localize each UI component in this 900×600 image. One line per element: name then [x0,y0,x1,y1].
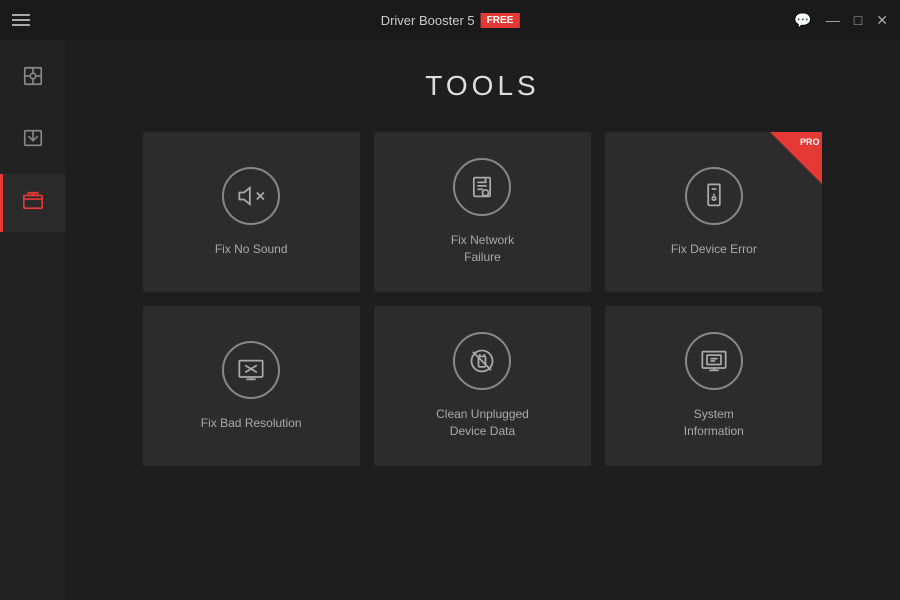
fix-no-sound-label: Fix No Sound [215,241,288,258]
fix-device-error-icon-circle [685,167,743,225]
sidebar-item-home[interactable] [0,50,65,108]
home-icon [22,65,44,93]
tool-clean-unplugged[interactable]: Clean UnpluggedDevice Data [374,306,591,466]
sidebar [0,40,65,600]
tool-fix-network[interactable]: Fix NetworkFailure [374,132,591,292]
fix-resolution-label: Fix Bad Resolution [201,415,302,432]
menu-icon[interactable] [12,11,30,29]
system-info-icon-circle [685,332,743,390]
minimize-button[interactable]: — [826,13,840,27]
maximize-button[interactable]: □ [854,13,862,27]
title-bar-right: 💬 — □ ✕ [794,13,888,27]
main-layout: TOOLS Fix No Sound [0,40,900,600]
free-badge: FREE [481,13,520,28]
title-bar-left [12,11,30,29]
tool-fix-device-error[interactable]: PRO Fix Device Error [605,132,822,292]
sidebar-item-restore[interactable] [0,112,65,170]
tool-system-info[interactable]: SystemInformation [605,306,822,466]
system-info-label: SystemInformation [684,406,744,440]
content-area: TOOLS Fix No Sound [65,40,900,600]
fix-device-error-label: Fix Device Error [671,241,757,258]
fix-no-sound-icon-circle [222,167,280,225]
page-title: TOOLS [425,70,539,102]
restore-icon [22,127,44,155]
fix-network-label: Fix NetworkFailure [451,232,514,266]
fix-resolution-icon-circle [222,341,280,399]
chat-button[interactable]: 💬 [794,13,811,27]
tool-fix-no-sound[interactable]: Fix No Sound [143,132,360,292]
sidebar-item-tools[interactable] [0,174,65,232]
clean-unplugged-label: Clean UnpluggedDevice Data [436,406,529,440]
app-title: Driver Booster 5 [381,13,475,28]
tools-icon [22,189,44,217]
clean-unplugged-icon-circle [453,332,511,390]
tools-grid: Fix No Sound Fix NetworkFailure [143,132,823,466]
pro-badge-text: PRO [800,137,820,147]
title-bar-center: Driver Booster 5 FREE [381,13,520,28]
title-bar: Driver Booster 5 FREE 💬 — □ ✕ [0,0,900,40]
fix-network-icon-circle [453,158,511,216]
close-button[interactable]: ✕ [876,13,888,27]
tool-fix-bad-resolution[interactable]: Fix Bad Resolution [143,306,360,466]
